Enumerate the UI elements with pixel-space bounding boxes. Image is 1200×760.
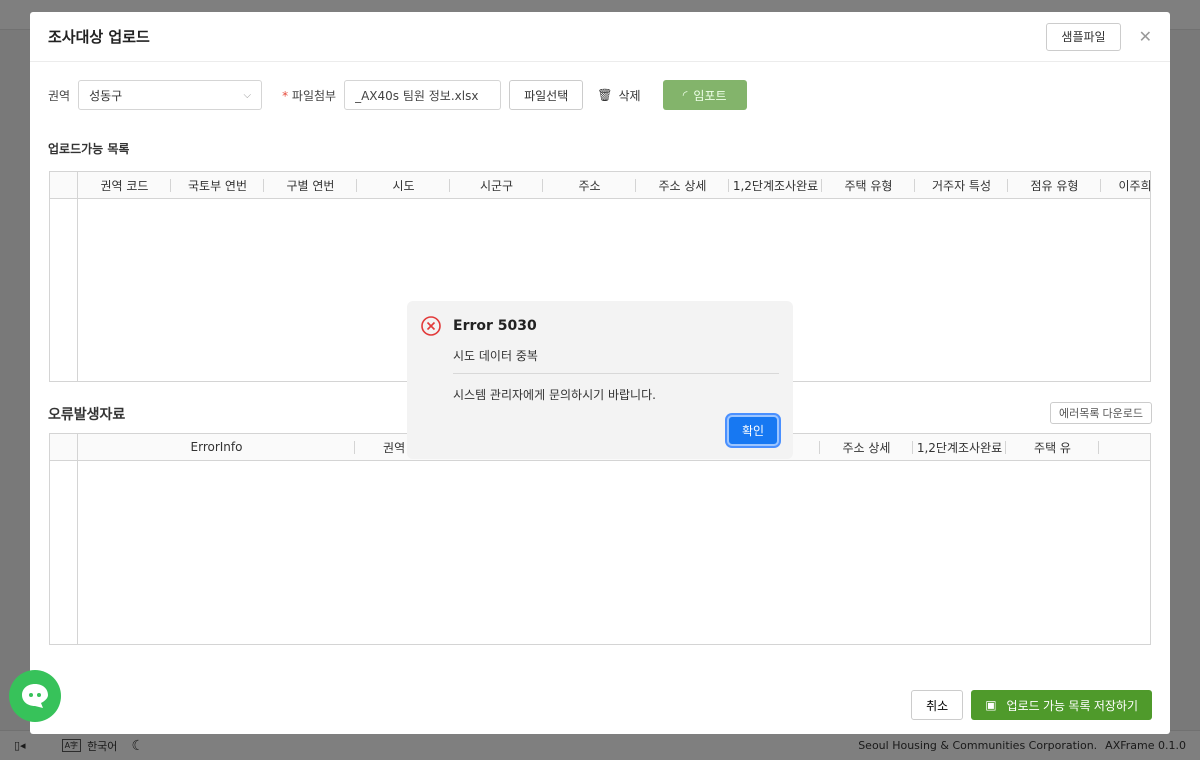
grid-header-cell[interactable]: 거주자 특성 xyxy=(915,172,1008,198)
chevron-down-icon: ⌵ xyxy=(243,89,252,101)
dialog-title: Error 5030 xyxy=(453,318,537,334)
grid-row-header-column xyxy=(50,199,78,381)
grid-header-cell[interactable]: 점유 유형 xyxy=(1008,172,1101,198)
grid-header-cell[interactable]: 구별 연번 xyxy=(264,172,357,198)
error-list-title: 오류발생자료 xyxy=(48,407,126,423)
dialog-sub-message: 시스템 관리자에게 문의하시기 바랍니다. xyxy=(453,388,656,402)
save-button-label: 업로드 가능 목록 저장하기 xyxy=(1006,698,1138,713)
grid-header-cell[interactable]: 1,2단계조사완료 xyxy=(913,434,1006,460)
chat-bubble-button[interactable] xyxy=(9,670,61,722)
upload-grid-header: 권역 코드 국토부 연번 구별 연번 시도 시군구 주소 주소 상세 1,2단계… xyxy=(50,172,1150,199)
grid-header-cell[interactable]: 1,2단계조사완료 xyxy=(729,172,822,198)
confirm-button[interactable]: 확인 xyxy=(727,415,779,446)
grid-corner xyxy=(50,434,78,460)
grid-header-cell[interactable]: 권역 코드 xyxy=(78,172,171,198)
grid-header-cell[interactable]: 주소 상세 xyxy=(636,172,729,198)
cancel-button[interactable]: 취소 xyxy=(911,690,964,720)
grid-header-cell[interactable]: 주소 상세 xyxy=(820,434,913,460)
grid-header-cell[interactable]: 국토부 연번 xyxy=(171,172,264,198)
grid-header-cell[interactable]: 주소 xyxy=(543,172,636,198)
dialog-message: 시도 데이터 중복 xyxy=(453,349,538,363)
close-icon[interactable]: ✕ xyxy=(1139,27,1152,46)
loading-spinner-icon: ◜ xyxy=(682,88,688,102)
dialog-divider xyxy=(453,373,779,374)
save-icon: ▣ xyxy=(985,698,997,712)
grid-header-cell[interactable]: 시군구 xyxy=(450,172,543,198)
region-select-value: 성동구 xyxy=(89,88,123,103)
file-label: * 파일첨부 xyxy=(276,87,336,104)
modal-title: 조사대상 업로드 xyxy=(48,28,150,46)
trash-icon: 🗑 xyxy=(597,88,613,102)
grid-header-cell[interactable]: 시도 xyxy=(357,172,450,198)
import-button-label: 임포트 xyxy=(693,88,727,103)
region-label: 권역 xyxy=(48,88,71,103)
delete-button[interactable]: 🗑 삭제 xyxy=(591,80,646,110)
file-label-text: 파일첨부 xyxy=(291,88,337,103)
import-button[interactable]: ◜ 임포트 xyxy=(662,80,747,110)
grid-header-cell[interactable]: ErrorInfo xyxy=(78,434,355,460)
error-grid[interactable]: ErrorInfo 권역 코 주소 주소 상세 1,2단계조사완료 주택 유 xyxy=(49,433,1151,645)
filter-row: 권역 성동구 ⌵ * 파일첨부 _AX40s 팀원 정보.xlsx 파일선택 🗑… xyxy=(48,80,747,110)
error-circle-icon xyxy=(421,316,441,336)
grid-row-header-column xyxy=(50,461,78,644)
error-download-button[interactable]: 에러목록 다운로드 xyxy=(1049,402,1152,424)
chat-icon xyxy=(22,684,48,708)
upload-list-title: 업로드가능 목록 xyxy=(48,142,130,156)
grid-corner xyxy=(50,172,78,198)
file-select-button[interactable]: 파일선택 xyxy=(509,80,584,110)
grid-header-cell[interactable]: 주택 유 xyxy=(1006,434,1099,460)
save-upload-list-button[interactable]: ▣ 업로드 가능 목록 저장하기 xyxy=(971,690,1152,720)
file-name-field[interactable]: _AX40s 팀원 정보.xlsx xyxy=(344,80,502,110)
sample-file-button[interactable]: 샘플파일 xyxy=(1046,22,1121,51)
error-dialog: Error 5030 시도 데이터 중복 시스템 관리자에게 문의하시기 바랍니… xyxy=(407,301,793,459)
grid-header-cell[interactable]: 이주희망 = xyxy=(1101,172,1150,198)
modal-footer-buttons: 취소 ▣ 업로드 가능 목록 저장하기 xyxy=(911,690,1152,720)
delete-button-label: 삭제 xyxy=(618,88,641,103)
region-select[interactable]: 성동구 ⌵ xyxy=(78,80,263,110)
required-mark: * xyxy=(282,88,289,103)
modal-header: 조사대상 업로드 샘플파일 ✕ xyxy=(30,12,1170,62)
grid-header-cell[interactable]: 주택 유형 xyxy=(822,172,915,198)
